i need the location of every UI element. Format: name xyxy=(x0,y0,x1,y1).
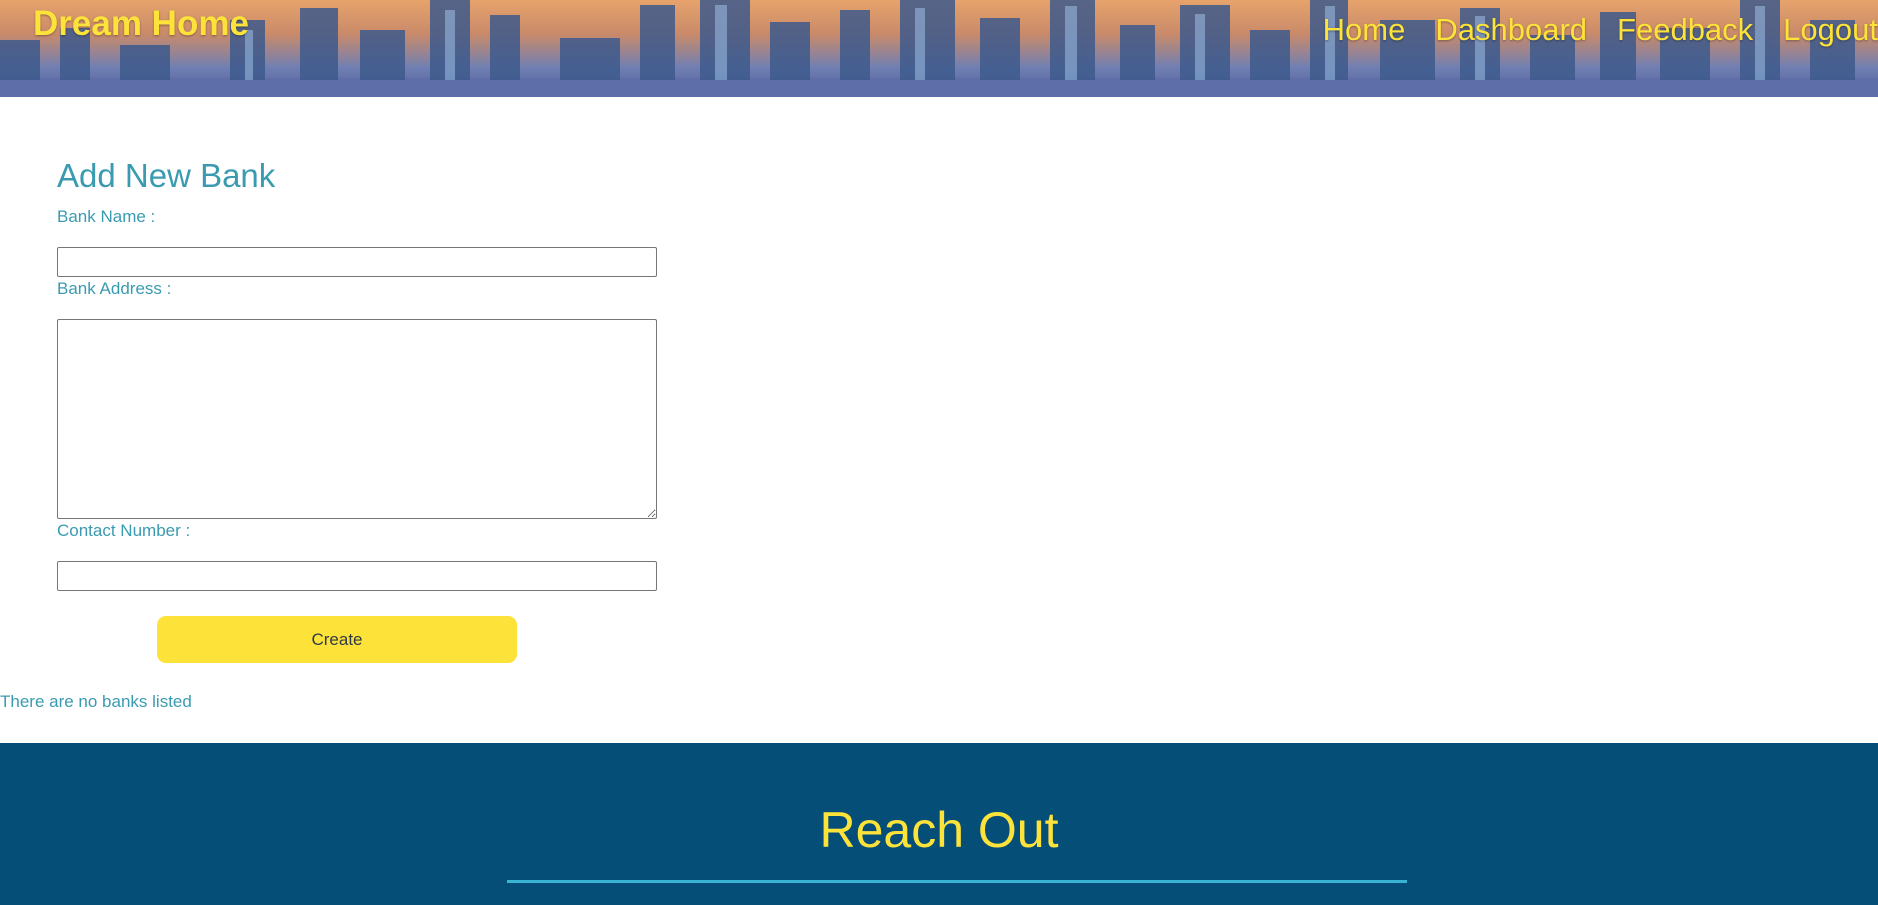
footer-title: Reach Out xyxy=(819,802,1059,858)
site-footer: Reach Out xyxy=(0,743,1878,905)
bank-name-label: Bank Name : xyxy=(57,207,156,226)
contact-number-label: Contact Number : xyxy=(57,521,191,540)
nav-home-link[interactable]: Home xyxy=(1323,12,1406,48)
page-title: Add New Bank xyxy=(57,157,276,194)
site-logo[interactable]: Dream Home xyxy=(33,4,249,44)
nav-feedback-link[interactable]: Feedback xyxy=(1617,12,1753,48)
site-header: Dream Home Home Dashboard Feedback Logou… xyxy=(0,0,1878,97)
add-bank-form: Add New Bank Bank Name : Bank Address : … xyxy=(57,155,677,663)
contact-number-input[interactable] xyxy=(57,561,657,591)
nav-logout-link[interactable]: Logout xyxy=(1783,12,1878,48)
bank-address-label: Bank Address : xyxy=(57,279,172,298)
nav-dashboard-link[interactable]: Dashboard xyxy=(1435,12,1587,48)
empty-banks-message: There are no banks listed xyxy=(0,692,192,711)
main-nav: Home Dashboard Feedback Logout xyxy=(1323,12,1878,48)
bank-name-input[interactable] xyxy=(57,247,657,277)
bank-address-textarea[interactable] xyxy=(57,319,657,519)
footer-divider xyxy=(507,880,1407,883)
create-button[interactable]: Create xyxy=(157,616,517,663)
